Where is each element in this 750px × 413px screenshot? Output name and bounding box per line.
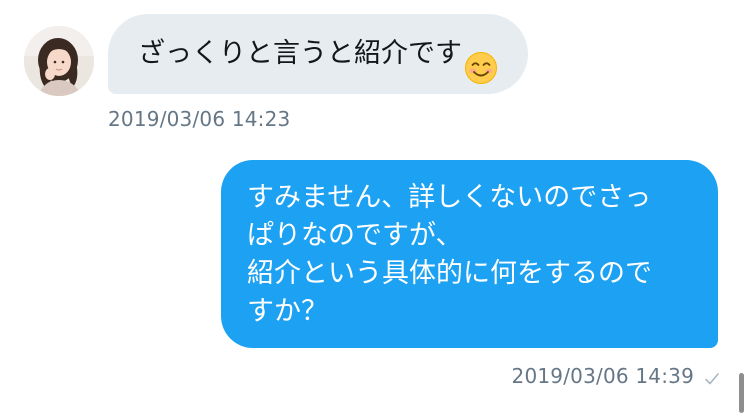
scrollbar-thumb[interactable]: [739, 373, 744, 413]
smiling-face-emoji-icon: [464, 37, 498, 84]
incoming-message-text: ざっくりと言うと紹介です: [138, 38, 462, 69]
checkmark-icon: [704, 368, 720, 385]
outgoing-message-line: すみません、詳しくないのでさっ: [247, 182, 652, 213]
conversation-view: ざっくりと言うと紹介です 2019/03/06 14:23 すみません、詳しくな…: [0, 0, 750, 413]
outgoing-timestamp: 2019/03/06 14:39: [511, 364, 694, 388]
sender-avatar[interactable]: [24, 26, 94, 96]
outgoing-message-line: すか？: [247, 296, 328, 327]
outgoing-message-line: 紹介という具体的に何をするので: [247, 258, 652, 289]
outgoing-message-line: ぱりなのですが、: [247, 220, 463, 251]
incoming-timestamp: 2019/03/06 14:23: [108, 107, 291, 131]
incoming-message-bubble[interactable]: ざっくりと言うと紹介です: [108, 14, 528, 94]
avatar-image: [24, 26, 94, 96]
outgoing-message-bubble[interactable]: すみません、詳しくないのでさっ ぱりなのですが、 紹介という具体的に何をするので…: [221, 160, 718, 348]
outgoing-timestamp-row: 2019/03/06 14:39: [512, 364, 720, 388]
